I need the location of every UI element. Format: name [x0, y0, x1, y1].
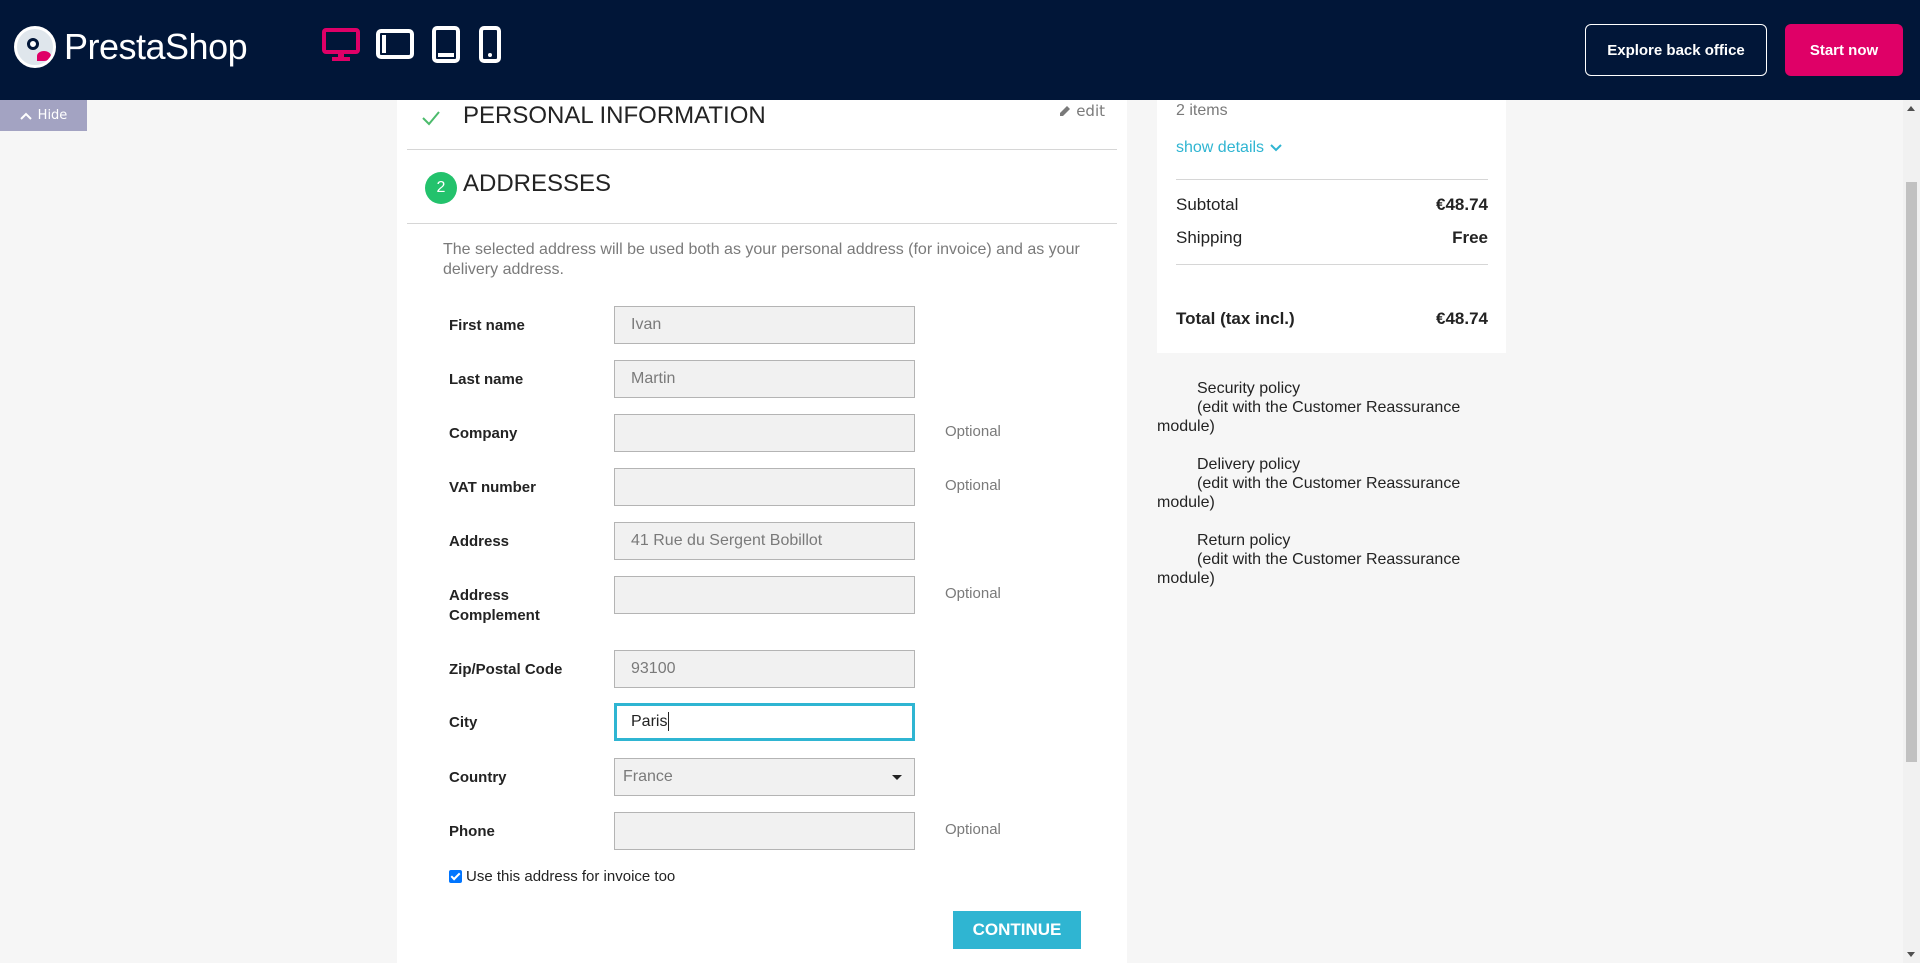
reassurance-note: (edit with the Customer Reassurance: [1197, 551, 1461, 568]
shipping-label: Shipping: [1176, 228, 1243, 247]
address-label: Address: [449, 533, 510, 550]
step-number-badge: 2: [425, 172, 457, 204]
device-switcher: [322, 26, 502, 64]
invoice-checkbox[interactable]: [449, 870, 462, 883]
chevron-up-icon: [19, 112, 32, 120]
pencil-icon: [1060, 106, 1071, 116]
shipping-value: Free: [1452, 228, 1488, 247]
reassurance-title: Return policy: [1197, 532, 1291, 549]
first-name-input[interactable]: Ivan: [614, 306, 915, 344]
company-optional-hint: Optional: [945, 423, 1001, 440]
cart-summary: 2 items show details Subtotal €48.74 Shi…: [1157, 100, 1506, 353]
phone-label: Phone: [449, 823, 495, 840]
reassurance-note-cont: module): [1157, 494, 1215, 511]
address-complement-input[interactable]: [614, 576, 915, 614]
address-complement-optional-hint: Optional: [945, 585, 1001, 602]
tablet-portrait-icon[interactable]: [430, 26, 462, 64]
reassurance-note: (edit with the Customer Reassurance: [1197, 399, 1461, 416]
tablet-landscape-icon[interactable]: [376, 26, 414, 64]
hide-toolbar-button[interactable]: Hide: [0, 100, 87, 131]
vat-row: VAT number Optional: [449, 468, 1089, 508]
address-complement-label: Address Complement: [449, 587, 540, 624]
shipping-line: Shipping Free: [1176, 228, 1488, 248]
addresses-section: 2 ADDRESSES: [407, 150, 1117, 224]
phone-optional-hint: Optional: [945, 821, 1001, 838]
city-label: City: [449, 714, 478, 731]
phone-input[interactable]: [614, 812, 915, 850]
scrollbar-thumb[interactable]: [1906, 182, 1917, 762]
address-complement-row: Address Complement Optional: [449, 576, 1089, 624]
city-value: Paris: [631, 713, 668, 730]
last-name-input[interactable]: Martin: [614, 360, 915, 398]
reassurance-note-cont: module): [1157, 418, 1215, 435]
subtotal-value: €48.74: [1436, 195, 1488, 214]
desktop-icon[interactable]: [322, 26, 360, 64]
invoice-checkbox-row[interactable]: Use this address for invoice too: [449, 868, 675, 885]
company-input[interactable]: [614, 414, 915, 452]
mobile-icon[interactable]: [478, 26, 502, 64]
chevron-down-icon: [1270, 144, 1282, 152]
last-name-label: Last name: [449, 371, 524, 388]
checkout-panel: PERSONAL INFORMATION edit 2 ADDRESSES Th…: [397, 100, 1127, 963]
invoice-checkbox-label: Use this address for invoice too: [466, 868, 676, 885]
check-icon: [422, 111, 440, 126]
reassurance-note: (edit with the Customer Reassurance: [1197, 475, 1461, 492]
personal-information-section[interactable]: PERSONAL INFORMATION edit: [407, 100, 1117, 150]
show-details-link[interactable]: show details: [1176, 139, 1282, 157]
first-name-label: First name: [449, 317, 525, 334]
country-value: France: [623, 768, 673, 785]
top-bar: PrestaShop Explore back office Start now: [0, 0, 1920, 100]
personal-information-title: PERSONAL INFORMATION: [463, 102, 766, 129]
first-name-row: First name Ivan: [449, 306, 1089, 346]
address-row: Address 41 Rue du Sergent Bobillot: [449, 522, 1089, 562]
puffin-logo-icon: [14, 26, 56, 68]
scroll-down-arrow-icon[interactable]: [1907, 952, 1915, 957]
reassurance-return: Return policy (edit with the Customer Re…: [1157, 531, 1487, 588]
show-details-label: show details: [1176, 139, 1265, 156]
hide-label: Hide: [37, 108, 68, 123]
vat-label: VAT number: [449, 479, 536, 496]
company-label: Company: [449, 425, 518, 442]
last-name-row: Last name Martin: [449, 360, 1089, 400]
cart-divider: [1176, 264, 1488, 265]
addresses-title: ADDRESSES: [463, 170, 612, 197]
reassurance-note-cont: module): [1157, 570, 1215, 587]
vat-optional-hint: Optional: [945, 477, 1001, 494]
phone-row: Phone Optional: [449, 812, 1089, 852]
country-select[interactable]: France: [614, 758, 915, 796]
edit-personal-link[interactable]: edit: [1058, 102, 1105, 120]
address-intro-text: The selected address will be used both a…: [443, 241, 1080, 278]
country-row: Country France: [449, 758, 1089, 798]
brand-name: PrestaShop: [64, 26, 248, 67]
prestashop-logo[interactable]: PrestaShop: [14, 26, 248, 68]
edit-label: edit: [1076, 102, 1105, 120]
total-label: Total (tax incl.): [1176, 309, 1295, 328]
reassurance-title: Delivery policy: [1197, 456, 1301, 473]
city-input[interactable]: Paris: [614, 703, 915, 741]
text-caret: [668, 712, 670, 732]
city-row: City Paris: [449, 703, 1089, 743]
reassurance-delivery: Delivery policy (edit with the Customer …: [1157, 455, 1487, 512]
page-scrollbar[interactable]: [1903, 100, 1920, 963]
vat-input[interactable]: [614, 468, 915, 506]
dropdown-caret-icon: [892, 775, 902, 780]
address-input[interactable]: 41 Rue du Sergent Bobillot: [614, 522, 915, 560]
zip-input[interactable]: 93100: [614, 650, 915, 688]
zip-row: Zip/Postal Code 93100: [449, 650, 1089, 690]
country-label: Country: [449, 769, 507, 786]
reassurance-security: Security policy (edit with the Customer …: [1157, 379, 1487, 436]
subtotal-line: Subtotal €48.74: [1176, 195, 1488, 215]
continue-button[interactable]: CONTINUE: [953, 911, 1081, 949]
total-value: €48.74: [1436, 309, 1488, 328]
start-now-button[interactable]: Start now: [1785, 24, 1903, 76]
total-line: Total (tax incl.) €48.74: [1176, 309, 1488, 329]
cart-items-count: 2 items: [1176, 102, 1228, 119]
subtotal-label: Subtotal: [1176, 195, 1239, 214]
scroll-up-arrow-icon[interactable]: [1907, 106, 1915, 111]
company-row: Company Optional: [449, 414, 1089, 454]
explore-back-office-button[interactable]: Explore back office: [1585, 24, 1767, 76]
zip-label: Zip/Postal Code: [449, 661, 563, 678]
cart-divider: [1176, 179, 1488, 180]
reassurance-title: Security policy: [1197, 380, 1301, 397]
